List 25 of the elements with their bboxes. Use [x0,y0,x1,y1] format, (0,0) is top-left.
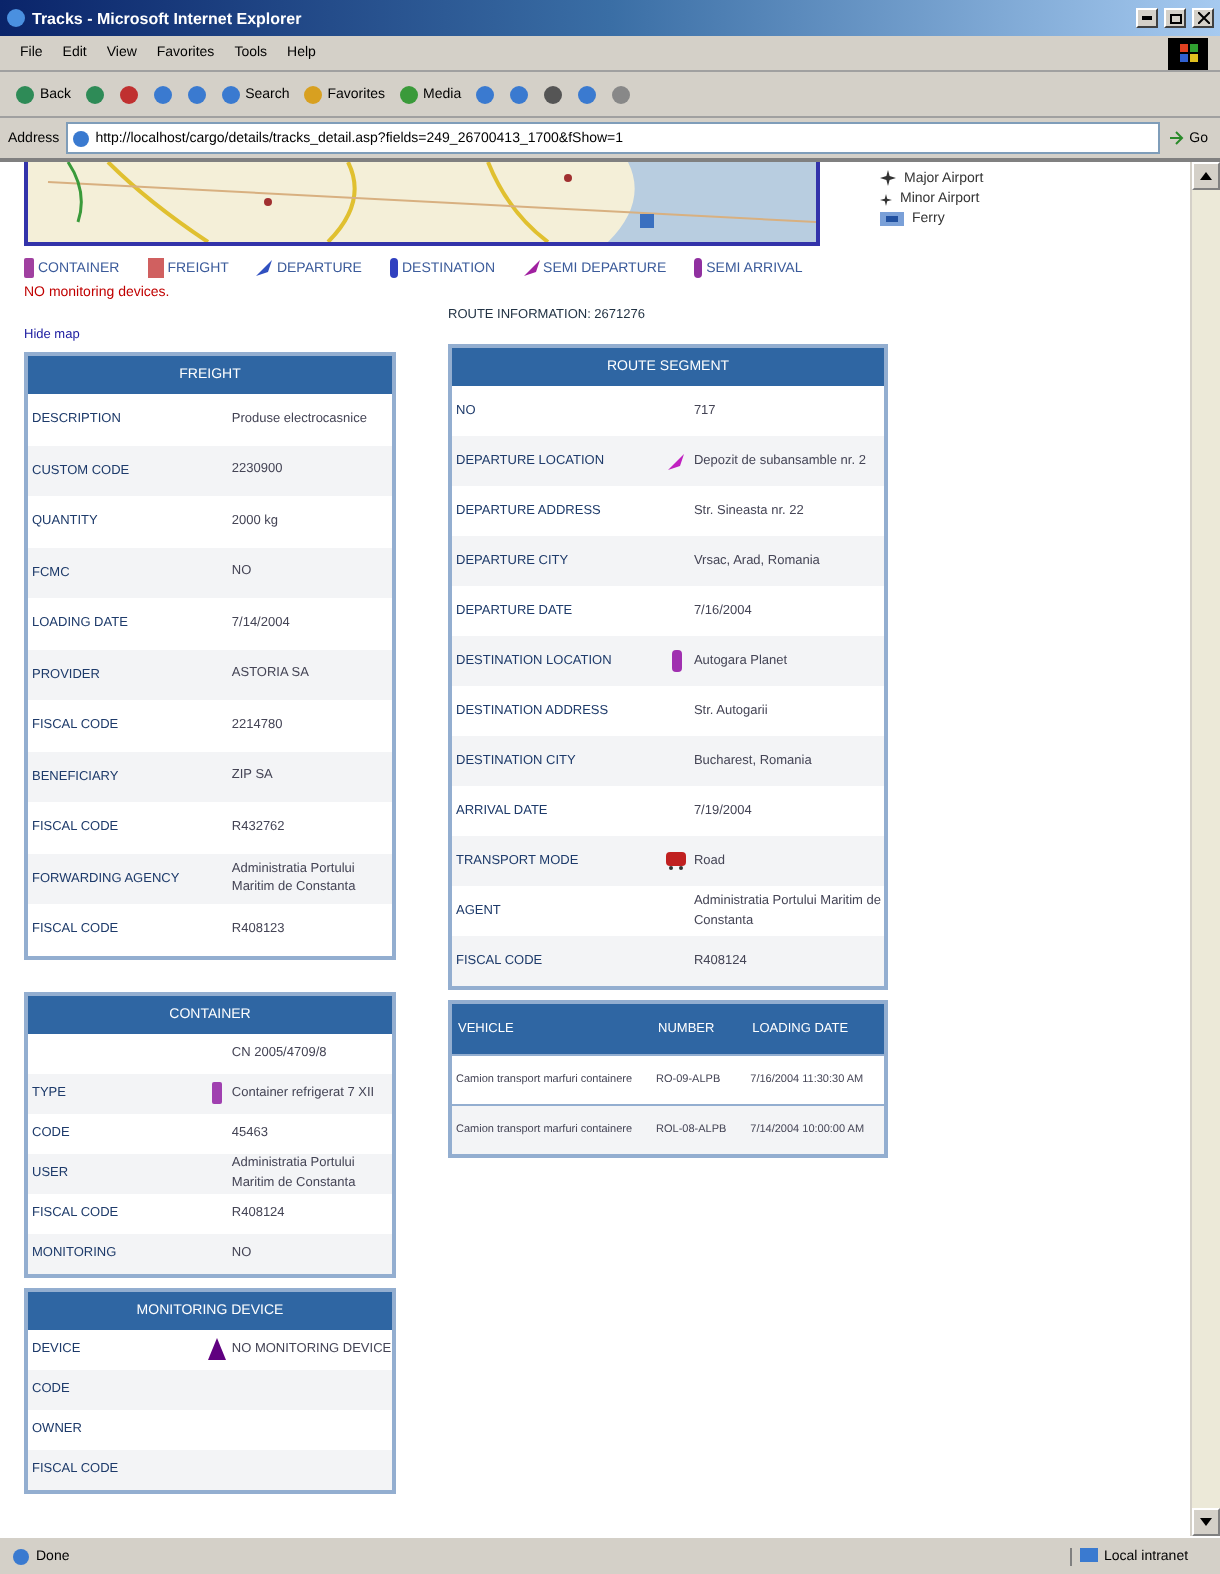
minimize-button[interactable] [1136,8,1158,28]
pin-icon [256,260,273,276]
container-icon [212,1082,223,1104]
close-icon [1197,12,1209,24]
arrow-icon [1169,130,1186,146]
cone-icon [208,1338,227,1360]
ferry-icon [880,212,904,226]
container-icon [24,258,34,278]
pin-icon [523,260,540,276]
marker-icon [389,258,398,278]
pin-icon [668,453,685,469]
box-icon [147,258,164,278]
maximize-button[interactable] [1164,8,1186,28]
network-icon [1080,1547,1098,1565]
marker-icon [694,258,703,278]
windows-logo [1168,37,1208,69]
up-arrow-icon [1200,172,1212,180]
truck-icon [666,852,687,870]
window-title: Tracks - Microsoft Internet Explorer [32,9,304,27]
scrollbar[interactable] [1190,162,1220,1536]
minimize-icon [1142,16,1152,20]
close-button[interactable] [1192,8,1214,28]
maximize-icon [1169,13,1181,23]
marker-icon [671,650,682,672]
down-arrow-icon [1200,1518,1212,1526]
